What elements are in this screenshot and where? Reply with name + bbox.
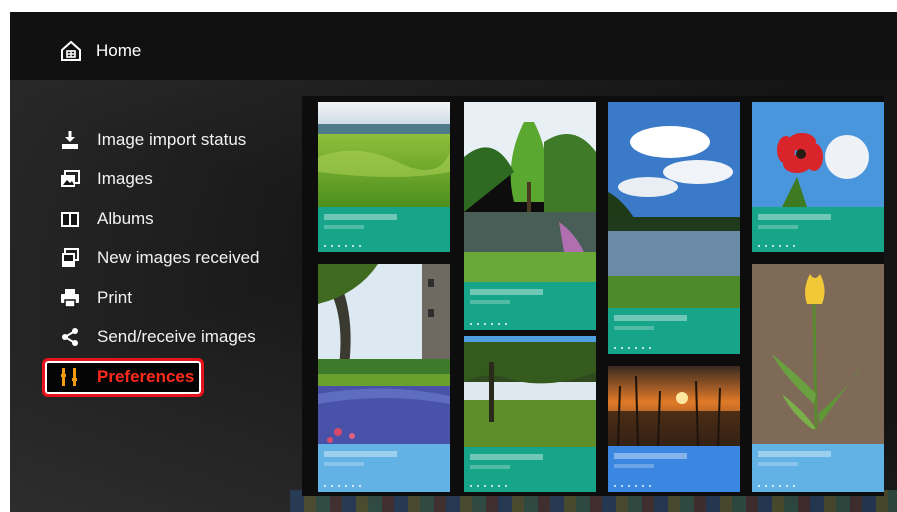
image-tile-yellow-tulip[interactable]	[752, 264, 884, 492]
image-gallery	[302, 96, 884, 496]
image-tile-sunset[interactable]	[608, 366, 740, 492]
photo-yellow-tulip	[752, 264, 884, 444]
share-icon	[62, 328, 78, 347]
menu-item-label: Albums	[97, 208, 154, 228]
photo-flower-garden	[318, 264, 450, 444]
tile-info-bar	[752, 207, 884, 252]
menu-item-print[interactable]: Print	[54, 278, 260, 318]
menu-item-label: Image import status	[97, 129, 247, 149]
tile-info-bar	[464, 282, 596, 330]
image-tile-lake-trees[interactable]	[464, 102, 596, 330]
menu-item-label: Images	[97, 169, 153, 189]
tile-info-bar	[608, 446, 740, 492]
menu-item-new-images-received[interactable]: New images received	[54, 239, 260, 279]
tile-info-bar	[752, 444, 884, 492]
menu-item-label: Send/receive images	[97, 327, 256, 347]
main-menu: Image import status Images Albums New im…	[42, 120, 260, 397]
tile-info-bar	[608, 308, 740, 354]
tv-screen: Home Image import status Images Albums N…	[10, 12, 897, 512]
photo-red-flower	[752, 102, 884, 207]
menu-item-images[interactable]: Images	[54, 160, 260, 200]
new-images-icon	[62, 248, 79, 268]
menu-item-label: Print	[97, 287, 132, 307]
tile-info-bar	[318, 444, 450, 492]
preferences-icon	[61, 367, 77, 386]
image-tile-clouds-lake[interactable]	[608, 102, 740, 354]
photo-clouds-lake	[608, 102, 740, 308]
image-tile-forest-clearing[interactable]	[464, 342, 596, 492]
home-label: Home	[96, 41, 142, 60]
albums-icon	[61, 211, 79, 227]
menu-item-label: Preferences	[97, 366, 195, 386]
photo-sunset	[608, 366, 740, 446]
tile-info-bar	[464, 447, 596, 492]
printer-icon	[61, 288, 79, 308]
image-tile-golf-course[interactable]	[318, 102, 450, 252]
home-icon	[61, 40, 81, 61]
images-icon	[61, 170, 80, 188]
header-bar: Home	[10, 12, 897, 80]
menu-item-albums[interactable]: Albums	[54, 199, 260, 239]
image-tile-red-flower[interactable]	[752, 102, 884, 252]
menu-item-label: New images received	[97, 248, 260, 268]
photo-lake-trees	[464, 102, 596, 282]
menu-item-send-receive-images[interactable]: Send/receive images	[54, 318, 260, 358]
photo-golf-course	[318, 102, 450, 207]
tile-info-bar	[318, 207, 450, 252]
menu-item-preferences[interactable]: Preferences	[42, 357, 260, 397]
menu-item-image-import-status[interactable]: Image import status	[54, 120, 260, 160]
import-icon	[62, 130, 78, 149]
image-tile-flower-garden[interactable]	[318, 264, 450, 492]
photo-forest-clearing	[464, 342, 596, 447]
home-button[interactable]: Home	[60, 40, 141, 62]
